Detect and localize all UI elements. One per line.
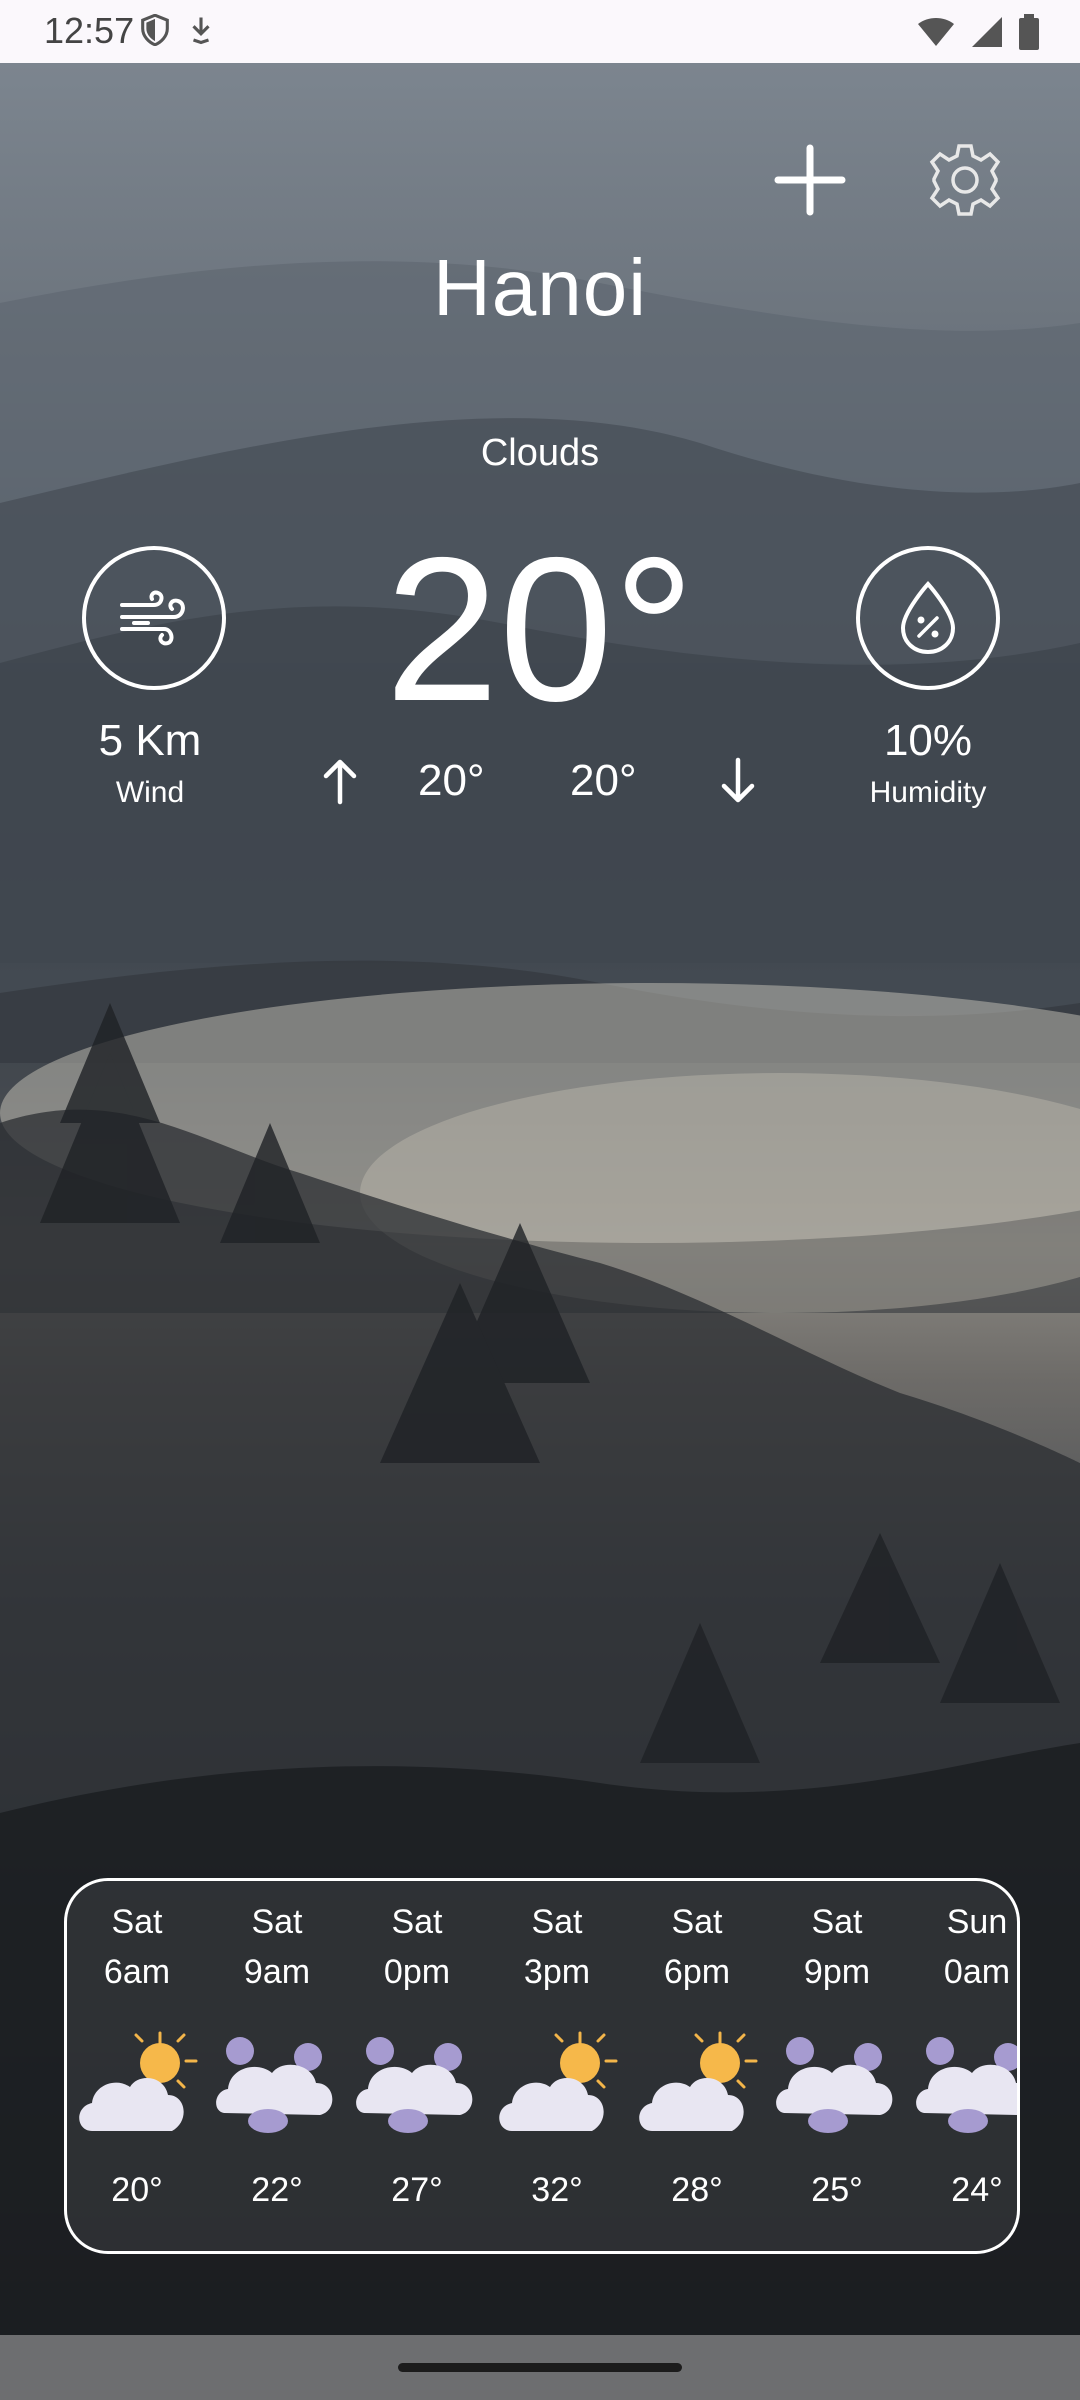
arrow-up-icon <box>323 759 357 805</box>
status-left-icons <box>140 14 214 46</box>
forecast-time: 6pm <box>663 1953 731 1991</box>
arrow-down-icon <box>721 757 755 803</box>
forecast-day: Sat <box>811 1903 863 1941</box>
forecast-temp: 25° <box>811 2171 863 2209</box>
forecast-temp: 22° <box>251 2171 303 2209</box>
status-bar: 12:57 <box>0 0 1080 63</box>
download-icon <box>192 17 210 45</box>
partly-sunny-icon <box>639 2031 758 2131</box>
humidity-label: Humidity <box>869 776 987 809</box>
forecast-temp: 32° <box>531 2171 583 2209</box>
shield-icon <box>141 14 169 46</box>
status-right-icons <box>916 14 1040 50</box>
forecast-temp: 27° <box>391 2171 443 2209</box>
cloudy-icon <box>356 2037 473 2133</box>
wind-value: 5 Km <box>98 716 202 765</box>
forecast-time: 3pm <box>523 1953 591 1991</box>
high-temperature: 20° <box>418 756 485 805</box>
forecast-temp: 28° <box>671 2171 723 2209</box>
forecast-day: Sat <box>531 1903 583 1941</box>
weather-condition: Clouds <box>480 432 600 474</box>
humidity-value: 10% <box>883 716 973 765</box>
forecast-temp: 24° <box>951 2171 1003 2209</box>
wind-icon <box>120 590 185 646</box>
forecast-time: 9am <box>243 1953 311 1991</box>
humidity-drop-icon <box>900 580 956 655</box>
forecast-time: 9pm <box>803 1953 871 1991</box>
home-gesture-handle[interactable] <box>398 2363 682 2372</box>
cloudy-icon <box>776 2037 893 2133</box>
forecast-time: 0am <box>943 1953 1011 1991</box>
forecast-time: 6am <box>103 1953 171 1991</box>
signal-icon <box>972 17 1002 47</box>
gear-icon[interactable] <box>925 140 1005 220</box>
status-time: 12:57 <box>44 10 135 51</box>
forecast-day: Sat <box>391 1903 443 1941</box>
low-temperature: 20° <box>570 756 637 805</box>
city-name: Hanoi <box>432 243 648 332</box>
forecast-day: Sat <box>111 1903 163 1941</box>
forecast-time: 0pm <box>383 1953 451 1991</box>
wind-circle <box>82 546 226 690</box>
cloudy-icon <box>216 2037 333 2133</box>
wifi-icon <box>918 18 954 46</box>
forecast-temp: 20° <box>111 2171 163 2209</box>
humidity-circle <box>856 546 1000 690</box>
wind-label: Wind <box>115 776 185 809</box>
partly-sunny-icon <box>79 2031 198 2131</box>
forecast-day: Sun <box>946 1903 1008 1941</box>
hourly-forecast-panel[interactable]: Sat 6am 20° Sat 9am 22° Sat 0pm 27° Sat … <box>64 1878 1020 2254</box>
forecast-day: Sat <box>671 1903 723 1941</box>
cloudy-icon <box>916 2037 1017 2133</box>
battery-icon <box>1019 14 1039 50</box>
forecast-day: Sat <box>251 1903 303 1941</box>
partly-sunny-icon <box>499 2031 618 2131</box>
plus-icon[interactable] <box>770 140 850 220</box>
